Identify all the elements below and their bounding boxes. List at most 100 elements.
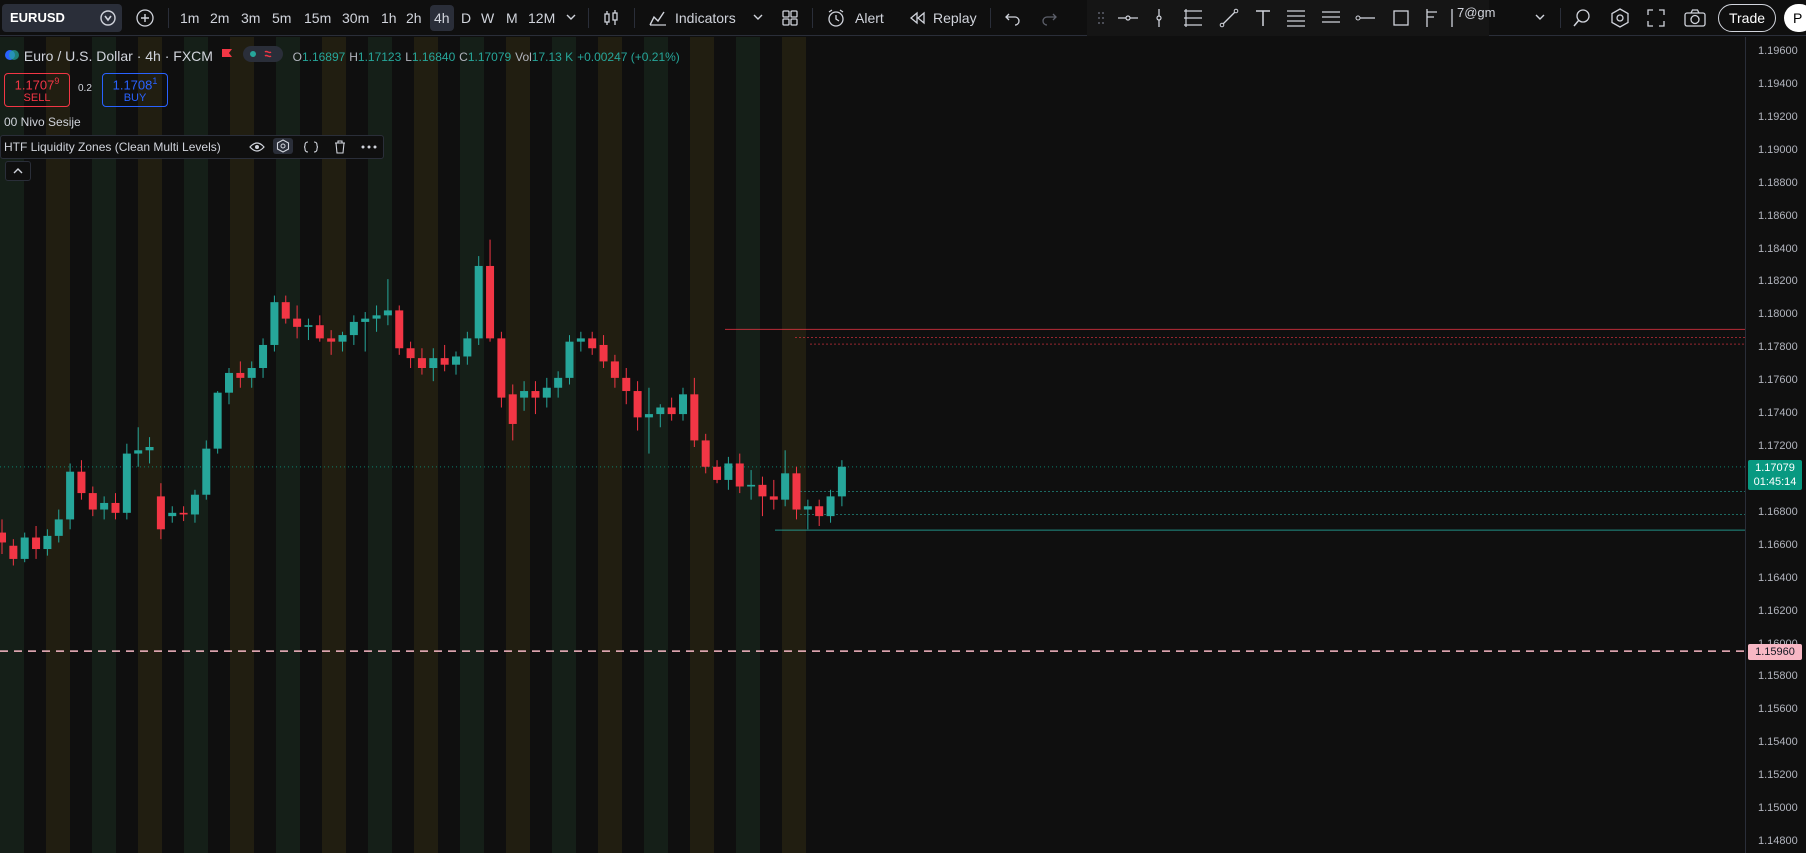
market-status-icon[interactable] [242, 46, 283, 62]
price-tick: 1.18600 [1758, 209, 1798, 222]
candle-body [315, 325, 324, 339]
sell-label: SELL [23, 92, 51, 105]
drag-handle-icon[interactable] [1097, 11, 1105, 25]
candle-body [281, 302, 290, 319]
buy-button[interactable]: 1.17081 BUY [102, 73, 168, 107]
long-position-icon[interactable] [1424, 8, 1442, 28]
change-value: +0.00247 (+0.21%) [577, 50, 680, 64]
replay-button[interactable]: Replay [933, 5, 977, 31]
candle [270, 295, 279, 352]
price-axis[interactable]: 1.19600 1.19400 1.19200 1.19000 1.18800 1.186… [1745, 37, 1806, 853]
symbol-title[interactable]: Euro / U.S. Dollar · 4h · FXCM [24, 48, 213, 64]
candle-body [327, 338, 336, 342]
alert-button[interactable]: Alert [855, 5, 884, 31]
sell-button[interactable]: 1.17079 SELL [4, 73, 70, 107]
parallel-channel-icon[interactable] [1182, 8, 1204, 28]
timeframe-30m[interactable]: 30m [342, 5, 369, 31]
indicators-icon[interactable] [648, 9, 668, 27]
price-tick: 1.17400 [1758, 407, 1798, 420]
price-chart[interactable] [0, 37, 1745, 853]
measure-icon[interactable] [1355, 9, 1377, 27]
symbol-logo-icon [4, 47, 20, 63]
timeframe-d[interactable]: D [461, 5, 471, 31]
price-tick: 1.18000 [1758, 308, 1798, 321]
indicator-label[interactable]: HTF Liquidity Zones (Clean Multi Levels) [4, 140, 221, 154]
screenshot-icon[interactable] [1684, 9, 1706, 27]
rectangle-icon[interactable] [1391, 8, 1411, 28]
alert-icon[interactable] [826, 8, 846, 28]
candle-body [338, 335, 347, 342]
flag-icon[interactable] [221, 48, 233, 62]
candle [769, 479, 778, 510]
layouts-icon[interactable] [781, 9, 799, 27]
symbol-search[interactable]: EURUSD [2, 4, 122, 32]
source-code-icon[interactable] [303, 141, 319, 153]
candle-body [837, 466, 846, 497]
symbol-compare-icon[interactable] [100, 10, 116, 26]
fullscreen-icon[interactable] [1647, 9, 1665, 27]
timeframe-1h[interactable]: 1h [381, 5, 397, 31]
undo-icon[interactable] [1004, 10, 1022, 26]
timeframe-15m[interactable]: 15m [304, 5, 331, 31]
delete-icon[interactable] [334, 140, 346, 154]
timeframe-dropdown-icon[interactable] [566, 13, 576, 23]
horizontal-ray-icon[interactable] [1117, 9, 1139, 27]
more-tools-icon[interactable] [1449, 8, 1455, 28]
session-bands [0, 37, 806, 853]
candle-body [781, 473, 790, 500]
redo-icon[interactable] [1040, 10, 1058, 26]
trade-button[interactable]: Trade [1718, 4, 1776, 32]
indicators-dropdown-icon[interactable] [753, 13, 763, 23]
publish-button[interactable]: P [1784, 4, 1806, 32]
fib-retracement-icon[interactable] [1285, 8, 1307, 28]
volume-value: 17.13 K [531, 50, 574, 64]
candle-body [213, 392, 222, 449]
session-band [506, 37, 530, 853]
candle-body [9, 545, 18, 559]
session-band [644, 37, 668, 853]
session-band [92, 37, 116, 853]
settings-icon[interactable] [1610, 8, 1630, 28]
timeframe-3m[interactable]: 3m [241, 5, 260, 31]
indicators-button[interactable]: Indicators [675, 5, 736, 31]
timeframe-1m[interactable]: 1m [180, 5, 199, 31]
spread-value: 0.2 [78, 83, 92, 94]
vertical-line-icon[interactable] [1152, 8, 1166, 28]
candle-style-icon[interactable] [602, 9, 620, 27]
timeframe-w[interactable]: W [481, 5, 494, 31]
collapse-legend-button[interactable] [5, 161, 31, 181]
candle [531, 381, 540, 415]
account-dropdown-icon[interactable] [1535, 13, 1545, 23]
session-band [0, 37, 24, 853]
candle [667, 397, 676, 421]
candle-body [474, 265, 483, 339]
indicator-settings-icon[interactable] [273, 138, 293, 154]
timeframe-12m[interactable]: 12M [528, 5, 555, 31]
candle-body [758, 484, 767, 497]
replay-icon[interactable] [908, 10, 926, 26]
timeframe-2h[interactable]: 2h [406, 5, 422, 31]
session-study-label[interactable]: 00 Nivo Sesije [4, 115, 81, 129]
pattern-tool-icon[interactable] [1320, 8, 1342, 28]
candle-body [826, 496, 835, 517]
candle-body [259, 344, 268, 368]
low-value: 1.16840 [411, 50, 456, 64]
price-tick: 1.15400 [1758, 736, 1798, 749]
timeframe-2m[interactable]: 2m [210, 5, 229, 31]
zoom-icon[interactable] [1572, 8, 1592, 28]
trend-line-icon[interactable] [1219, 8, 1239, 28]
candle [32, 526, 41, 559]
text-tool-icon[interactable] [1254, 8, 1272, 28]
candle [588, 331, 597, 355]
candle-body [270, 302, 279, 345]
timeframe-4h[interactable]: 4h [430, 5, 454, 31]
timeframe-5m[interactable]: 5m [272, 5, 291, 31]
visibility-eye-icon[interactable] [249, 141, 265, 153]
indicator-legend-row[interactable]: HTF Liquidity Zones (Clean Multi Levels) [0, 135, 384, 159]
candle-body [156, 496, 165, 530]
add-symbol-icon[interactable] [136, 9, 154, 27]
more-options-icon[interactable] [361, 145, 377, 149]
timeframe-m[interactable]: M [506, 5, 518, 31]
chevron-up-icon [13, 167, 23, 175]
candle [815, 499, 824, 526]
